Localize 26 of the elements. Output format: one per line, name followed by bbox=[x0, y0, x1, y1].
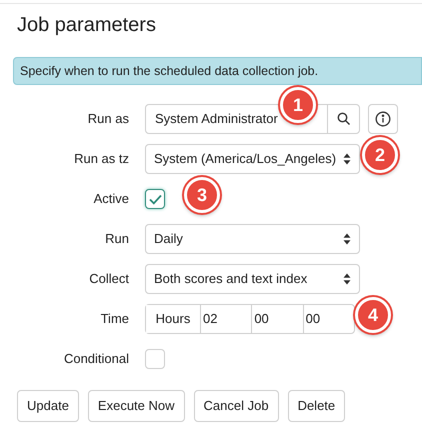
field-label: Conditional bbox=[64, 350, 129, 368]
field-label: Run as bbox=[88, 110, 129, 128]
select-field[interactable]: Both scores and text index bbox=[145, 264, 360, 294]
up-down-arrows-icon bbox=[343, 233, 351, 245]
field-label: Time bbox=[100, 310, 129, 328]
field-label: Run bbox=[105, 230, 129, 248]
action-button[interactable]: Update bbox=[17, 390, 79, 422]
up-down-arrows-icon bbox=[343, 273, 351, 285]
up-down-arrows-icon bbox=[343, 153, 351, 165]
select-field[interactable]: Daily bbox=[145, 224, 360, 254]
info-banner: Specify when to run the scheduled data collection job. bbox=[13, 57, 422, 85]
action-button[interactable]: Delete bbox=[288, 390, 346, 422]
field-label: Run as tz bbox=[74, 150, 129, 168]
info-icon bbox=[375, 111, 391, 127]
checkmark-icon bbox=[148, 194, 162, 204]
select-field[interactable]: System (America/Los_Angeles) bbox=[145, 144, 360, 174]
action-button[interactable]: Cancel Job bbox=[194, 390, 279, 422]
info-button[interactable] bbox=[368, 104, 398, 134]
section-title: Job parameters bbox=[17, 13, 156, 38]
callout-marker: 3 bbox=[184, 177, 220, 213]
callout-marker: 4 bbox=[355, 297, 391, 333]
field-label: Active bbox=[94, 190, 129, 208]
action-button[interactable]: Execute Now bbox=[88, 390, 185, 422]
field-label: Collect bbox=[89, 270, 129, 288]
callout-marker: 2 bbox=[362, 137, 398, 173]
checkbox[interactable] bbox=[145, 189, 165, 209]
